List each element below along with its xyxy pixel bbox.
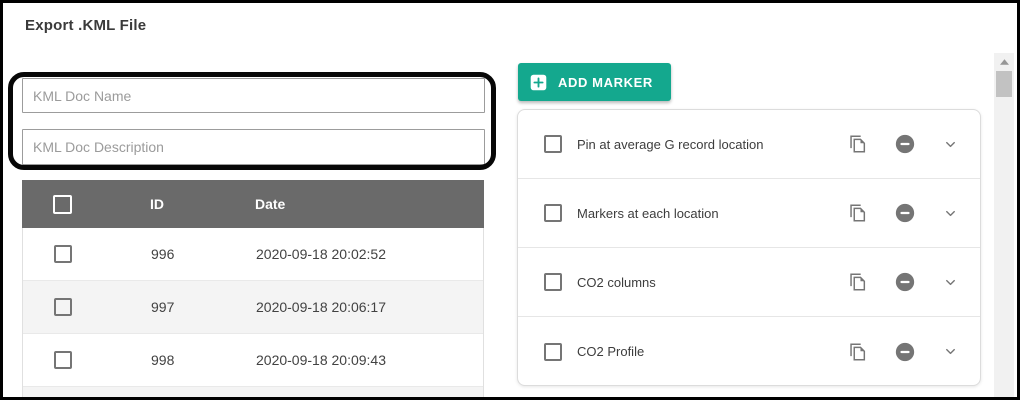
marker-label: CO2 columns xyxy=(577,275,656,290)
marker-item: CO2 columns xyxy=(518,248,980,317)
kml-doc-description-input[interactable] xyxy=(22,129,485,165)
export-kml-dialog: Export .KML File ID Date 996 2020-09-18 … xyxy=(0,0,1020,400)
column-header-id: ID xyxy=(102,196,207,212)
add-marker-button[interactable]: ADD MARKER xyxy=(518,63,671,101)
copy-icon[interactable] xyxy=(846,271,868,293)
record-date: 2020-09-18 20:02:52 xyxy=(208,246,483,262)
arrow-up-icon[interactable] xyxy=(994,53,1014,70)
record-date: 2020-09-18 20:06:17 xyxy=(208,299,483,315)
scrollbar-thumb[interactable] xyxy=(996,71,1012,97)
record-id: 998 xyxy=(103,352,208,368)
minus-circle-icon[interactable] xyxy=(894,271,916,293)
copy-icon[interactable] xyxy=(846,202,868,224)
marker-label: Pin at average G record location xyxy=(577,137,763,152)
marker-label: CO2 Profile xyxy=(577,344,644,359)
table-row: 996 2020-09-18 20:02:52 xyxy=(23,228,483,281)
marker-checkbox[interactable] xyxy=(544,273,562,291)
copy-icon[interactable] xyxy=(846,341,868,363)
marker-checkbox[interactable] xyxy=(544,204,562,222)
vertical-scrollbar[interactable] xyxy=(994,53,1014,397)
column-header-date: Date xyxy=(207,196,484,212)
add-marker-label: ADD MARKER xyxy=(558,75,653,90)
minus-circle-icon[interactable] xyxy=(894,202,916,224)
records-table: ID Date 996 2020-09-18 20:02:52 997 2020… xyxy=(22,180,484,398)
select-all-checkbox[interactable] xyxy=(53,195,72,214)
marker-item: Markers at each location xyxy=(518,179,980,248)
minus-circle-icon[interactable] xyxy=(894,341,916,363)
record-date: 2020-09-18 20:09:43 xyxy=(208,352,483,368)
records-table-body: 996 2020-09-18 20:02:52 997 2020-09-18 2… xyxy=(22,228,484,398)
marker-item: CO2 Profile xyxy=(518,317,980,386)
table-row: 998 2020-09-18 20:09:43 xyxy=(23,334,483,387)
copy-icon[interactable] xyxy=(846,133,868,155)
marker-checkbox[interactable] xyxy=(544,135,562,153)
chevron-down-icon[interactable] xyxy=(943,275,958,290)
chevron-down-icon[interactable] xyxy=(943,206,958,221)
chevron-down-icon[interactable] xyxy=(943,344,958,359)
record-id: 996 xyxy=(103,246,208,262)
markers-list: Pin at average G record location xyxy=(517,109,981,386)
row-checkbox[interactable] xyxy=(54,351,72,369)
minus-circle-icon[interactable] xyxy=(894,133,916,155)
table-row-partial xyxy=(23,387,483,398)
row-checkbox[interactable] xyxy=(54,245,72,263)
table-row: 997 2020-09-18 20:06:17 xyxy=(23,281,483,334)
kml-doc-name-input[interactable] xyxy=(22,78,485,113)
marker-checkbox[interactable] xyxy=(544,343,562,361)
row-checkbox[interactable] xyxy=(54,298,72,316)
chevron-down-icon[interactable] xyxy=(943,137,958,152)
records-table-header: ID Date xyxy=(22,180,484,228)
page-title: Export .KML File xyxy=(25,17,146,34)
marker-label: Markers at each location xyxy=(577,206,719,221)
plus-icon xyxy=(530,74,547,91)
record-id: 997 xyxy=(103,299,208,315)
marker-item: Pin at average G record location xyxy=(518,110,980,179)
